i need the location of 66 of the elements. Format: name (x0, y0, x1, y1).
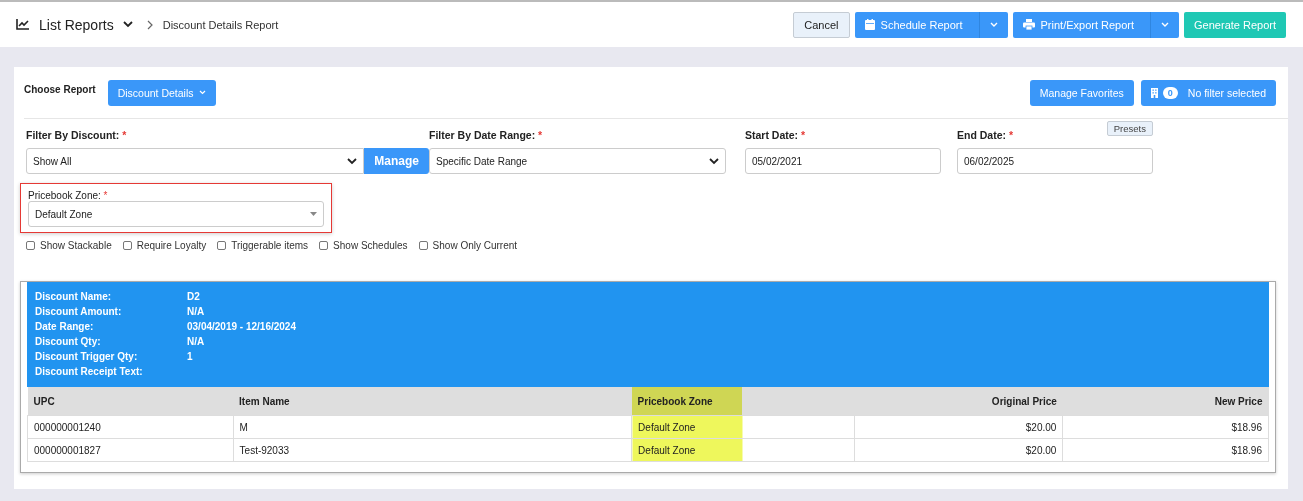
checkbox-label: Triggerable items (231, 240, 309, 251)
page-title[interactable]: List Reports (39, 16, 114, 33)
dropdown-toggle[interactable] (1150, 11, 1180, 38)
column-header: New Price (1062, 387, 1269, 416)
summary-value: D2 (187, 290, 201, 303)
checkbox-label: Show Schedules (333, 240, 408, 251)
table-cell: $20.00 (854, 415, 1063, 439)
chevron-down-icon (709, 157, 719, 165)
summary-value: N/A (187, 305, 206, 318)
field-label: Filter By Discount: * (26, 128, 127, 143)
date-field[interactable]: 05/02/2021 (745, 148, 941, 174)
column-header: Pricebook Zone (631, 387, 855, 416)
select-field[interactable]: Show All (26, 148, 365, 174)
table-cell: $20.00 (854, 438, 1063, 462)
field-label: End Date: * (957, 128, 1013, 143)
table-cell: 000000001827 (27, 438, 234, 462)
breadcrumb: Discount Details Report (162, 18, 279, 31)
field-label: Pricebook Zone: * (28, 190, 108, 201)
table-cell: 000000001240 (27, 415, 234, 439)
chevron-down-icon (1161, 22, 1170, 27)
summary-value: N/A (187, 335, 206, 348)
column-header: UPC (27, 387, 234, 416)
dropdown-toggle[interactable] (978, 11, 1008, 38)
checkbox[interactable] (122, 241, 132, 250)
action-button[interactable]: Cancel (793, 11, 850, 38)
chevron-right-icon (146, 19, 153, 30)
summary-label: Discount Receipt Text: (35, 365, 144, 378)
table-cell: M (233, 415, 632, 439)
summary-label: Date Range: (35, 320, 95, 333)
field-label: Start Date: * (745, 128, 806, 143)
table-cell: Test-92033 (233, 438, 632, 462)
table-cell: Default Zone (631, 415, 855, 439)
column-header: Original Price (854, 387, 1063, 416)
summary-label: Discount Amount: (35, 305, 123, 318)
select-field[interactable]: Default Zone (28, 201, 324, 227)
chevron-down-icon (198, 90, 206, 95)
choose-report-label: Choose Report (24, 84, 96, 95)
caret-down-icon (310, 212, 317, 216)
checkbox-label: Require Loyalty (136, 240, 207, 251)
checkbox[interactable] (217, 241, 227, 250)
calendar-icon (864, 19, 875, 30)
building-icon (1150, 87, 1158, 98)
printer-icon (1022, 19, 1035, 30)
count-badge: 0 (1162, 86, 1178, 99)
checkbox-label: Show Stackable (40, 240, 112, 251)
summary-label: Discount Name: (35, 290, 113, 303)
summary-label: Discount Qty: (35, 335, 102, 348)
select-field[interactable]: Specific Date Range (429, 148, 726, 174)
checkbox[interactable] (26, 241, 35, 250)
chevron-down-icon (347, 157, 358, 165)
table-cell: $18.96 (1062, 415, 1269, 439)
presets-button[interactable]: Presets (1106, 121, 1153, 136)
column-header: Item Name (233, 387, 632, 416)
date-field[interactable]: 06/02/2025 (957, 148, 1153, 174)
summary-label: Discount Trigger Qty: (35, 350, 139, 363)
chevron-down-icon (989, 22, 998, 27)
summary-value: 1 (187, 350, 194, 363)
table-cell: Default Zone (631, 438, 855, 462)
checkbox[interactable] (319, 241, 329, 250)
chart-icon (16, 19, 29, 30)
chevron-down-icon[interactable] (122, 21, 133, 28)
table-cell: $18.96 (1062, 438, 1269, 462)
field-label: Filter By Date Range: * (429, 128, 543, 143)
checkbox-label: Show Only Current (432, 240, 518, 251)
summary-value: 03/04/2019 - 12/16/2024 (187, 320, 297, 333)
checkbox[interactable] (418, 241, 428, 250)
